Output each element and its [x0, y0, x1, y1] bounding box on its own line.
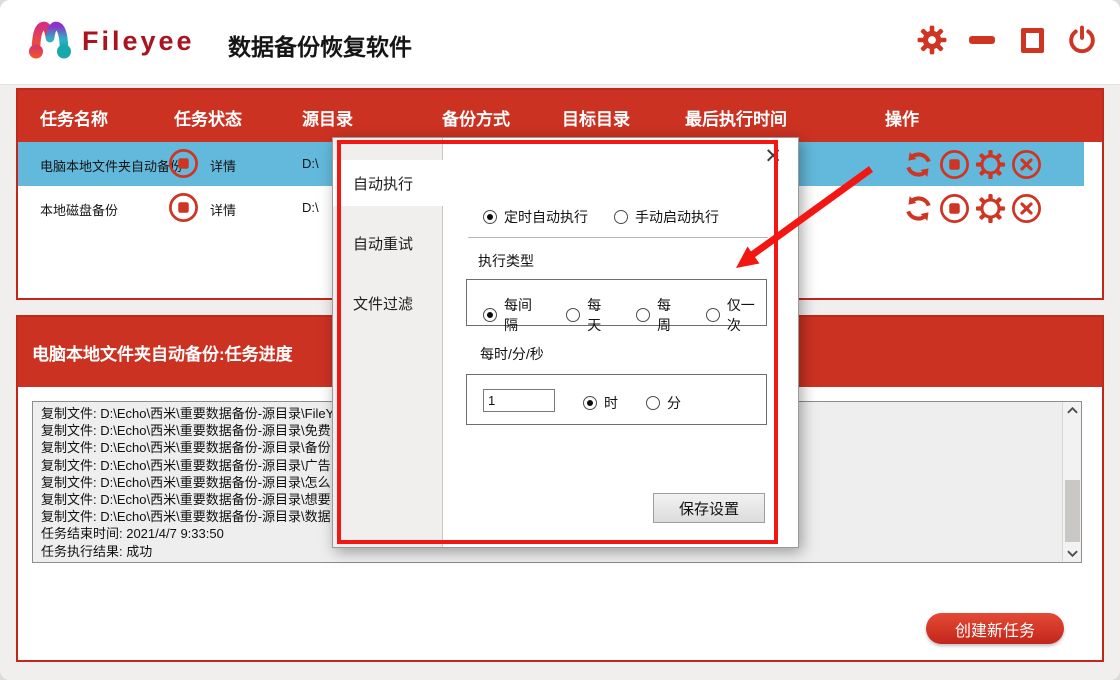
log-scrollbar[interactable]	[1062, 402, 1081, 562]
col-task-name: 任务名称	[40, 110, 108, 129]
create-task-button[interactable]: 创建新任务	[926, 613, 1064, 644]
window-controls	[916, 20, 1098, 60]
radio-unit-hour[interactable]: 时	[583, 393, 618, 413]
progress-title: 电脑本地文件夹自动备份:任务进度	[32, 344, 293, 364]
col-actions: 操作	[885, 110, 919, 129]
col-backup-mode: 备份方式	[442, 110, 510, 129]
close-icon[interactable]: ✕	[764, 146, 782, 167]
interval-label: 每时/分/秒	[480, 346, 544, 362]
minimize-icon[interactable]	[966, 24, 998, 56]
detail-link[interactable]: 详情	[210, 156, 236, 175]
radio-unit-minute[interactable]: 分	[646, 393, 681, 413]
radio-every-week[interactable]: 每周	[636, 295, 683, 335]
radio-icon	[483, 308, 497, 322]
run-sync-icon[interactable]	[902, 192, 934, 224]
radio-only-once[interactable]: 仅一次	[705, 295, 766, 335]
tab-auto-retry[interactable]: 自动重试	[333, 220, 443, 266]
status-stop-icon	[168, 148, 199, 184]
titlebar: Fileyee 数据备份恢复软件	[0, 0, 1120, 85]
schedule-settings-dialog: 自动执行 自动重试 文件过滤 ✕ 定时自动执行 手动启动执行 执行类型 每间隔 …	[332, 137, 799, 548]
tab-auto-execute[interactable]: 自动执行	[333, 160, 444, 206]
radio-icon	[646, 396, 660, 410]
radio-every-interval[interactable]: 每间隔	[483, 295, 543, 335]
tab-file-filter[interactable]: 文件过滤	[333, 280, 443, 326]
task-settings-gear-icon[interactable]	[974, 192, 1006, 224]
app-title: 数据备份恢复软件	[228, 34, 412, 60]
radio-icon	[583, 396, 597, 410]
task-name: 电脑本地文件夹自动备份	[40, 159, 184, 174]
radio-manual-execute[interactable]: 手动启动执行	[614, 207, 719, 227]
brand-name: Fileyee	[82, 26, 195, 56]
task-settings-gear-icon[interactable]	[974, 148, 1006, 180]
radio-icon	[483, 210, 497, 224]
delete-task-icon[interactable]	[1010, 192, 1042, 224]
maximize-icon[interactable]	[1016, 24, 1048, 56]
source-dir-value: D:\	[302, 200, 319, 215]
exec-type-group: 每间隔 每天 每周 仅一次	[466, 279, 767, 333]
status-stop-icon	[168, 192, 199, 228]
task-table-header: 任务名称 任务状态 源目录 备份方式 目标目录 最后执行时间 操作	[18, 90, 1102, 142]
detail-link[interactable]: 详情	[210, 200, 236, 219]
stop-task-icon[interactable]	[938, 192, 970, 224]
radio-icon	[705, 308, 720, 322]
interval-value-input[interactable]	[483, 389, 555, 412]
col-target-dir: 目标目录	[562, 110, 630, 129]
scroll-up-icon[interactable]	[1063, 402, 1082, 419]
interval-group: 时 分	[466, 374, 767, 425]
row-actions	[902, 192, 1042, 224]
stop-task-icon[interactable]	[938, 148, 970, 180]
divider	[468, 237, 768, 238]
save-settings-button[interactable]: 保存设置	[653, 493, 765, 523]
col-task-status: 任务状态	[174, 110, 242, 129]
col-last-run: 最后执行时间	[685, 110, 787, 129]
execute-mode-radios: 定时自动执行 手动启动执行	[483, 207, 719, 227]
delete-task-icon[interactable]	[1010, 148, 1042, 180]
dialog-tab-rail: 自动执行 自动重试 文件过滤	[333, 138, 444, 547]
exec-type-label: 执行类型	[478, 253, 534, 269]
power-close-icon[interactable]	[1066, 24, 1098, 56]
row-actions	[902, 148, 1042, 180]
radio-icon	[636, 308, 650, 322]
radio-icon	[614, 210, 628, 224]
task-name: 本地磁盘备份	[40, 203, 119, 218]
radio-icon	[566, 308, 581, 322]
app-window: Fileyee 数据备份恢复软件 任务名称 任务状态 源目录 备份方式 目标目录…	[0, 0, 1120, 680]
scrollbar-thumb[interactable]	[1065, 480, 1080, 542]
settings-gear-icon[interactable]	[916, 24, 948, 56]
run-sync-icon[interactable]	[902, 148, 934, 180]
source-dir-value: D:\	[302, 156, 319, 171]
fileyee-logo-icon	[29, 21, 71, 59]
radio-timed-auto-execute[interactable]: 定时自动执行	[483, 207, 588, 227]
radio-every-day[interactable]: 每天	[566, 295, 613, 335]
col-source-dir: 源目录	[302, 110, 353, 129]
scroll-down-icon[interactable]	[1063, 545, 1082, 562]
